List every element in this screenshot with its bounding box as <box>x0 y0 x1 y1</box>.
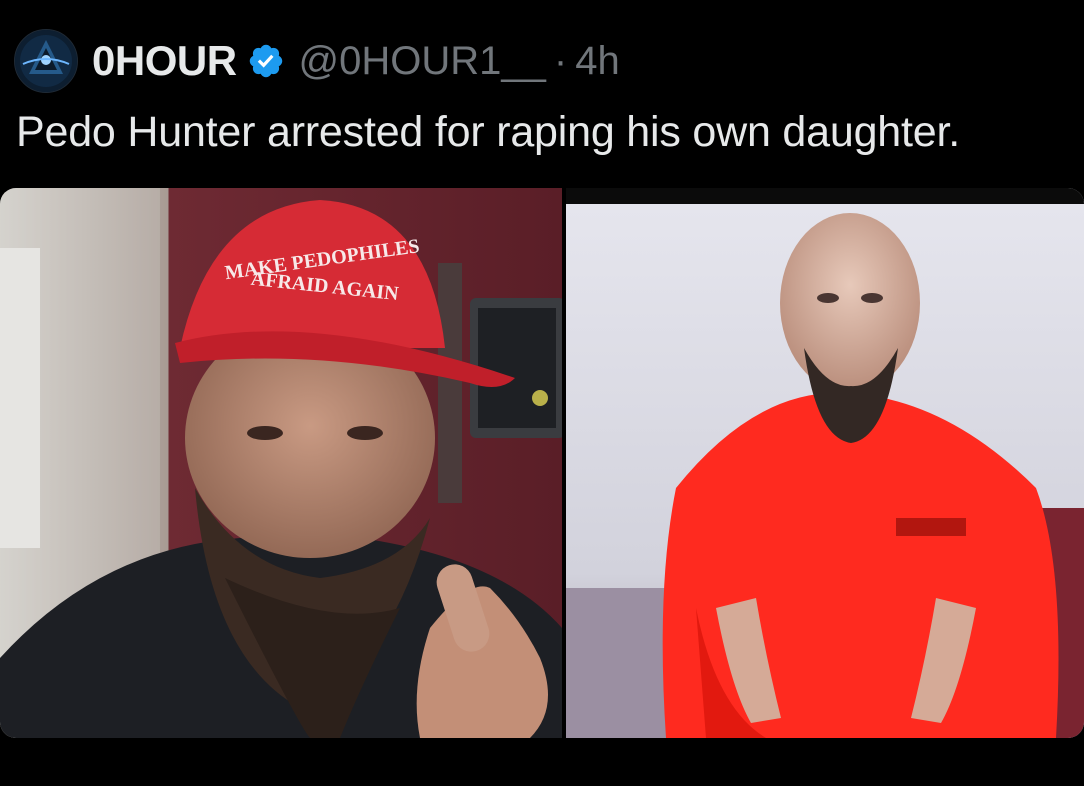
avatar-icon <box>15 30 77 92</box>
tweet-media[interactable]: MAKE PEDOPHILES AFRAID AGAIN <box>0 188 1084 738</box>
tweet-header: 0HOUR @0HOUR1__ · 4h <box>14 29 620 93</box>
timestamp[interactable]: 4h <box>575 39 620 84</box>
verified-badge-icon <box>249 44 282 78</box>
photo-left[interactable]: MAKE PEDOPHILES AFRAID AGAIN <box>0 188 562 738</box>
separator-dot: · <box>553 38 568 83</box>
author-name[interactable]: 0HOUR <box>92 37 237 85</box>
photo-right-image <box>566 188 1084 738</box>
photo-left-image: MAKE PEDOPHILES AFRAID AGAIN <box>0 188 562 738</box>
photo-right[interactable] <box>566 188 1084 738</box>
author-handle[interactable]: @0HOUR1__ <box>299 39 546 84</box>
avatar[interactable] <box>14 29 78 93</box>
tweet-text: Pedo Hunter arrested for raping his own … <box>16 108 960 156</box>
